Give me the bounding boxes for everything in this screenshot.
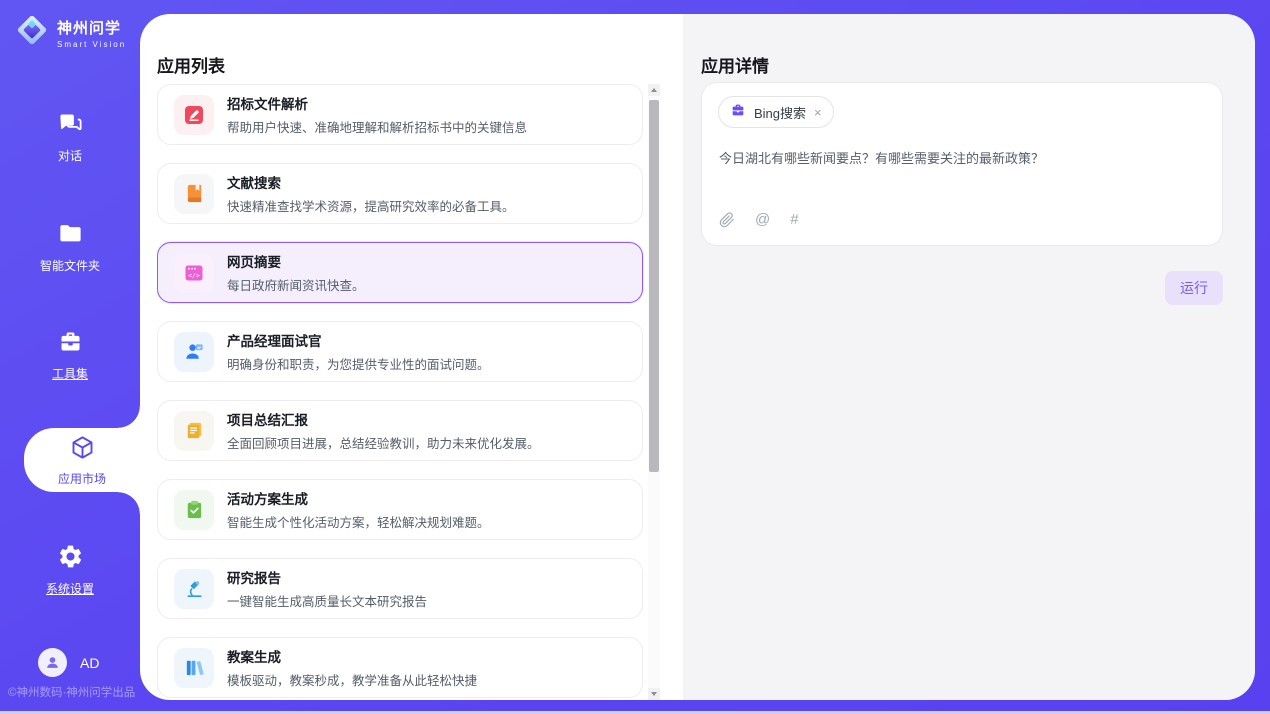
app-card-webpage-summary[interactable]: </> 网页摘要 每日政府新闻资讯快查。 — [157, 242, 643, 303]
report-icon — [174, 411, 214, 451]
sidebar-item-label: 系统设置 — [46, 580, 94, 597]
book-icon — [174, 174, 214, 214]
app-logo: 神州问学 Smart Vision — [14, 12, 126, 53]
app-card-title: 教案生成 — [227, 646, 477, 666]
app-list-scrollbar[interactable] — [648, 84, 660, 700]
edit-icon — [174, 95, 214, 135]
app-card-pm-interviewer[interactable]: 产品经理面试官 明确身份和职责，为您提供专业性的面试问题。 — [157, 321, 643, 382]
cube-icon — [69, 434, 96, 466]
tool-chip-bing-search[interactable]: Bing搜索 × — [718, 96, 834, 128]
app-card-desc: 每日政府新闻资讯快查。 — [227, 275, 365, 294]
tool-chip-label: Bing搜索 — [754, 103, 806, 122]
interview-icon — [174, 332, 214, 372]
scroll-down-arrow-icon[interactable] — [648, 688, 660, 700]
copyright-text: ©神州数码·神州问学出品 — [8, 684, 135, 700]
sidebar-item-toolset[interactable]: 工具集 — [0, 328, 140, 382]
webpage-icon: </> — [174, 253, 214, 293]
briefcase-icon — [730, 102, 746, 123]
user-account[interactable]: AD — [38, 648, 99, 677]
app-detail-panel: 应用详情 Bing搜索 × 今日湖北有哪些新闻要点？有哪些需要关注的最新政策？ — [683, 14, 1255, 700]
app-card-desc: 智能生成个性化活动方案，轻松解决规划难题。 — [227, 512, 490, 531]
brand-diamond-icon — [14, 12, 50, 53]
app-card-title: 活动方案生成 — [227, 488, 490, 508]
brand-tagline: Smart Vision — [57, 40, 126, 49]
app-list-title: 应用列表 — [157, 52, 225, 77]
main-content: 应用列表 招标文件解析 帮助用户快速、准确地理解和解析招标书中的关键信息 — [140, 14, 1255, 700]
sidebar-item-label: 应用市场 — [58, 470, 106, 487]
app-card-desc: 明确身份和职责，为您提供专业性的面试问题。 — [227, 354, 490, 373]
app-card-event-plan[interactable]: 活动方案生成 智能生成个性化活动方案，轻松解决规划难题。 — [157, 479, 643, 540]
sidebar-item-smart-folder[interactable]: 智能文件夹 — [0, 220, 140, 274]
sidebar-item-chat[interactable]: 对话 — [0, 110, 140, 164]
svg-text:</>: </> — [188, 271, 200, 279]
sidebar: 神州问学 Smart Vision 对话 智能文件夹 工具集 — [0, 0, 140, 714]
sidebar-item-label: 智能文件夹 — [40, 257, 100, 274]
toolbox-icon — [57, 328, 84, 360]
microscope-icon — [174, 569, 214, 609]
clipboard-icon — [174, 490, 214, 530]
app-card-literature-search[interactable]: 文献搜索 快速精准查找学术资源，提高研究效率的必备工具。 — [157, 163, 643, 224]
user-name: AD — [80, 655, 99, 671]
sidebar-item-settings[interactable]: 系统设置 — [0, 543, 140, 597]
hashtag-icon[interactable]: # — [790, 211, 798, 228]
app-card-title: 网页摘要 — [227, 251, 365, 271]
app-card-desc: 全面回顾项目进展，总结经验教训，助力未来优化发展。 — [227, 433, 540, 452]
prompt-card: Bing搜索 × 今日湖北有哪些新闻要点？有哪些需要关注的最新政策？ @ # — [701, 82, 1223, 246]
folder-icon — [57, 220, 84, 252]
close-icon[interactable]: × — [814, 106, 822, 119]
sidebar-item-label: 对话 — [58, 147, 82, 164]
app-card-research-report[interactable]: 研究报告 一键智能生成高质量长文本研究报告 — [157, 558, 643, 619]
app-card-title: 产品经理面试官 — [227, 330, 490, 350]
app-card-title: 招标文件解析 — [227, 93, 527, 113]
brand-name: 神州问学 — [57, 17, 126, 38]
app-card-project-summary[interactable]: 项目总结汇报 全面回顾项目进展，总结经验教训，助力未来优化发展。 — [157, 400, 643, 461]
books-icon — [174, 648, 214, 688]
scroll-up-arrow-icon[interactable] — [648, 84, 660, 96]
attachment-toolbar: @ # — [719, 211, 799, 228]
app-detail-title: 应用详情 — [701, 52, 769, 77]
chat-icon — [57, 110, 84, 142]
app-card-lesson-plan[interactable]: 教案生成 模板驱动，教案秒成，教学准备从此轻松快捷 — [157, 637, 643, 698]
app-card-desc: 快速精准查找学术资源，提高研究效率的必备工具。 — [227, 196, 515, 215]
avatar — [38, 648, 67, 677]
scrollbar-thumb[interactable] — [649, 100, 659, 472]
mention-at-icon[interactable]: @ — [755, 211, 770, 228]
app-card-title: 文献搜索 — [227, 172, 515, 192]
paperclip-icon[interactable] — [719, 212, 735, 228]
app-card-desc: 一键智能生成高质量长文本研究报告 — [227, 591, 427, 610]
sidebar-item-app-market[interactable]: 应用市场 — [24, 428, 140, 492]
app-list: 招标文件解析 帮助用户快速、准确地理解和解析招标书中的关键信息 文献搜索 快速精… — [157, 84, 645, 700]
app-card-desc: 模板驱动，教案秒成，教学准备从此轻松快捷 — [227, 670, 477, 689]
app-card-title: 项目总结汇报 — [227, 409, 540, 429]
app-card-bid-parse[interactable]: 招标文件解析 帮助用户快速、准确地理解和解析招标书中的关键信息 — [157, 84, 643, 145]
gear-icon — [57, 543, 84, 575]
app-card-title: 研究报告 — [227, 567, 427, 587]
run-button[interactable]: 运行 — [1165, 271, 1223, 305]
query-input[interactable]: 今日湖北有哪些新闻要点？有哪些需要关注的最新政策？ — [719, 149, 1199, 169]
sidebar-item-label: 工具集 — [52, 365, 88, 382]
app-card-desc: 帮助用户快速、准确地理解和解析招标书中的关键信息 — [227, 117, 527, 136]
